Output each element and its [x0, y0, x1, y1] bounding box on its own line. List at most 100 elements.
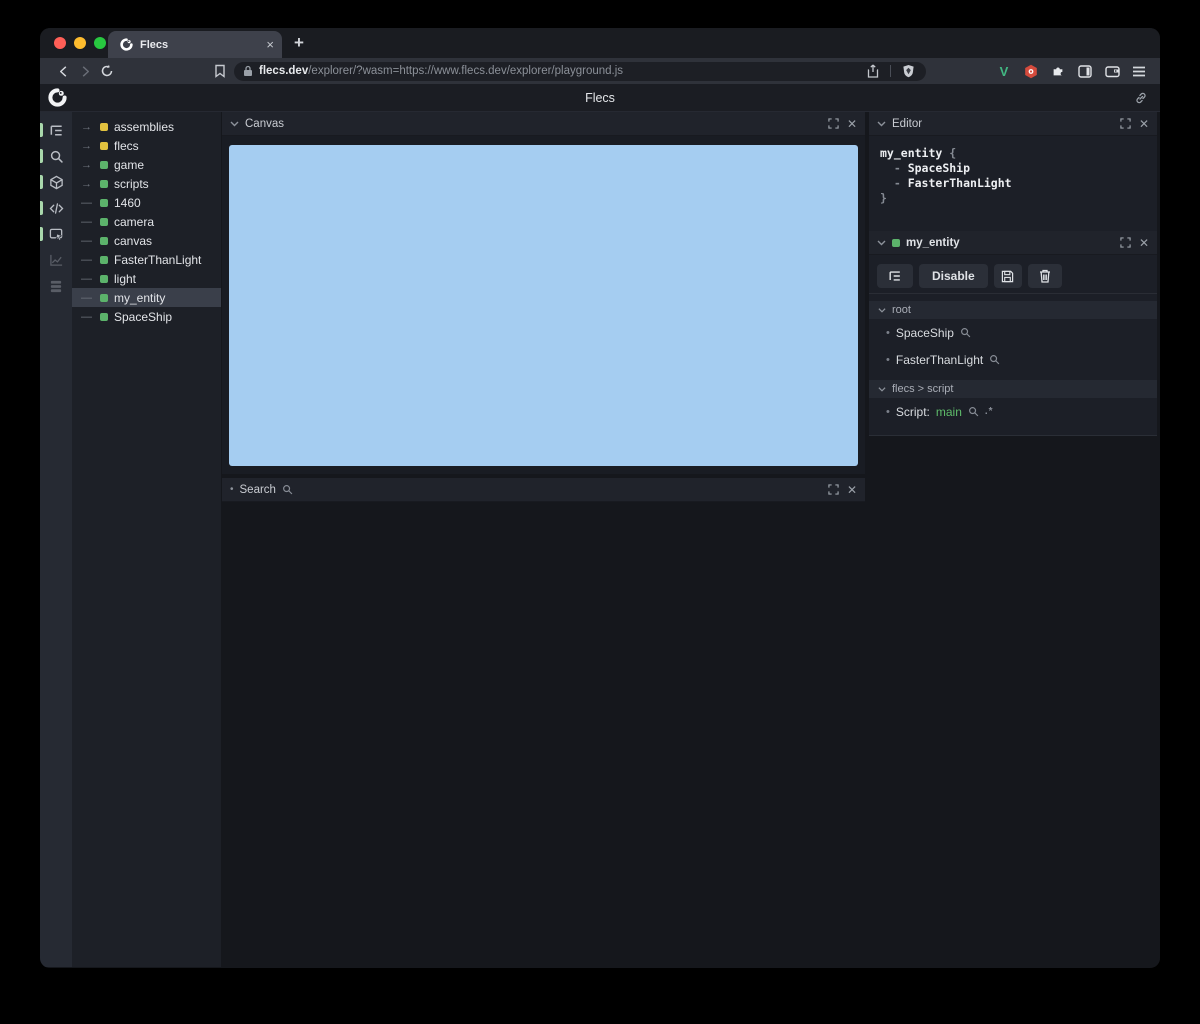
close-panel-icon[interactable]: ✕: [847, 484, 857, 496]
extensions-puzzle-icon[interactable]: [1049, 62, 1067, 80]
browser-tab[interactable]: Flecs ×: [108, 31, 282, 58]
close-panel-icon[interactable]: ✕: [847, 118, 857, 130]
traffic-lights: [40, 37, 106, 49]
minimize-window-button[interactable]: [74, 37, 86, 49]
divider: [869, 293, 1157, 294]
bookmark-icon[interactable]: [214, 64, 226, 78]
entity-type-square: [100, 179, 108, 188]
editor-panel-title: Editor: [892, 117, 923, 130]
tree-item[interactable]: — SpaceShip: [72, 307, 221, 326]
maximize-window-button[interactable]: [94, 37, 106, 49]
editor-panel-header[interactable]: Editor ✕: [869, 112, 1157, 136]
save-icon[interactable]: [993, 264, 1022, 288]
canvas-surface[interactable]: [229, 145, 858, 466]
url-bar[interactable]: flecs.dev /explorer/?wasm=https://www.fl…: [234, 61, 926, 81]
close-panel-icon[interactable]: ✕: [1139, 237, 1149, 249]
tab-close-icon[interactable]: ×: [266, 38, 274, 51]
query-magnifier-icon[interactable]: [960, 327, 971, 338]
share-link-icon[interactable]: [1134, 91, 1148, 105]
fullscreen-icon[interactable]: [1120, 118, 1131, 129]
chevron-down-icon[interactable]: [877, 119, 886, 128]
tree-item[interactable]: → game: [72, 155, 221, 174]
entity-type-square: [100, 236, 108, 245]
delete-trash-icon[interactable]: [1027, 264, 1062, 288]
new-tab-button[interactable]: +: [294, 33, 304, 53]
entity-type-square: [100, 217, 108, 226]
tree-item[interactable]: — FasterThanLight: [72, 250, 221, 269]
entity-panel-title: my_entity: [906, 236, 960, 249]
tree-item-connector: —: [81, 215, 92, 228]
fullscreen-icon[interactable]: [1120, 237, 1131, 248]
tree-item[interactable]: — canvas: [72, 231, 221, 250]
main-area: Canvas ✕ • Search ✕ Editor ✕ my_entity {…: [221, 112, 1160, 967]
tree-item[interactable]: — camera: [72, 212, 221, 231]
stats-chart-icon[interactable]: [40, 247, 72, 273]
tree-item[interactable]: — 1460: [72, 193, 221, 212]
tree-item-label: SpaceShip: [114, 309, 173, 324]
app-body: → assemblies → flecs → game → scripts — …: [40, 112, 1160, 967]
fullscreen-icon[interactable]: [828, 484, 839, 495]
component-row[interactable]: • Script: main .*: [869, 398, 1157, 425]
entity-type-square: [100, 255, 108, 264]
entity-tree-panel: → assemblies → flecs → game → scripts — …: [72, 112, 221, 967]
close-window-button[interactable]: [54, 37, 66, 49]
menu-hamburger-icon[interactable]: [1130, 62, 1148, 80]
vue-devtools-icon[interactable]: V: [995, 62, 1013, 80]
fullscreen-icon[interactable]: [828, 118, 839, 129]
canvas-panel-body: [222, 136, 865, 474]
component-section: flecs > script • Script: main .*: [869, 380, 1157, 425]
app-header: Flecs: [40, 84, 1160, 112]
code-icon[interactable]: [40, 195, 72, 221]
entity-inspector-panel: my_entity ✕ Disable root • SpaceShip • F…: [869, 231, 1157, 436]
forward-button[interactable]: [74, 60, 96, 82]
component-row[interactable]: • SpaceShip: [869, 319, 1157, 346]
entity-type-square: [100, 274, 108, 283]
tree-item-label: scripts: [114, 176, 149, 191]
canvas-panel-header[interactable]: Canvas ✕: [222, 112, 865, 136]
chevron-down-icon[interactable]: [877, 238, 886, 247]
brave-shield-icon[interactable]: [899, 62, 917, 80]
section-header[interactable]: root: [869, 301, 1157, 319]
search-icon: [282, 484, 293, 495]
show-in-tree-icon[interactable]: [877, 264, 913, 288]
tree-item-label: assemblies: [114, 119, 175, 134]
reload-button[interactable]: [96, 60, 118, 82]
adblock-icon[interactable]: [1022, 62, 1040, 80]
chevron-down-icon[interactable]: [878, 385, 886, 393]
tree-item[interactable]: — my_entity: [72, 288, 221, 307]
chevron-down-icon[interactable]: [230, 119, 239, 128]
share-icon[interactable]: [864, 62, 882, 80]
close-panel-icon[interactable]: ✕: [1139, 118, 1149, 130]
collapsed-dot-icon[interactable]: •: [230, 484, 234, 495]
bullet-icon: •: [886, 405, 890, 418]
tree-item[interactable]: — light: [72, 269, 221, 288]
canvas-panel: Canvas ✕: [222, 112, 865, 474]
disable-button[interactable]: Disable: [919, 264, 988, 288]
tree-item-connector: —: [81, 253, 92, 266]
search-panel-header[interactable]: • Search ✕: [222, 478, 865, 502]
entity-panel-header[interactable]: my_entity ✕: [869, 231, 1157, 255]
tree-item-connector: →: [81, 139, 92, 152]
search-icon[interactable]: [40, 143, 72, 169]
tree-item[interactable]: → assemblies: [72, 117, 221, 136]
inspect-icon[interactable]: [40, 221, 72, 247]
component-value: main: [935, 404, 962, 419]
tree-item[interactable]: → scripts: [72, 174, 221, 193]
section-header[interactable]: flecs > script: [869, 380, 1157, 398]
component-row[interactable]: • FasterThanLight: [869, 346, 1157, 373]
code-editor[interactable]: my_entity { - SpaceShip - FasterThanLigh…: [869, 136, 1157, 231]
wallet-icon[interactable]: [1103, 62, 1121, 80]
query-magnifier-icon[interactable]: [968, 406, 979, 417]
query-magnifier-icon[interactable]: [989, 354, 1000, 365]
back-button[interactable]: [52, 60, 74, 82]
sidebar-toggle-icon[interactable]: [1076, 62, 1094, 80]
bullet-icon: •: [886, 326, 890, 339]
tree-item-connector: →: [81, 158, 92, 171]
divider: [890, 65, 891, 77]
browser-toolbar: flecs.dev /explorer/?wasm=https://www.fl…: [40, 58, 1160, 84]
tree-item[interactable]: → flecs: [72, 136, 221, 155]
chevron-down-icon[interactable]: [878, 306, 886, 314]
journal-rows-icon[interactable]: [40, 273, 72, 299]
tree-outline-icon[interactable]: [40, 117, 72, 143]
cube-icon[interactable]: [40, 169, 72, 195]
